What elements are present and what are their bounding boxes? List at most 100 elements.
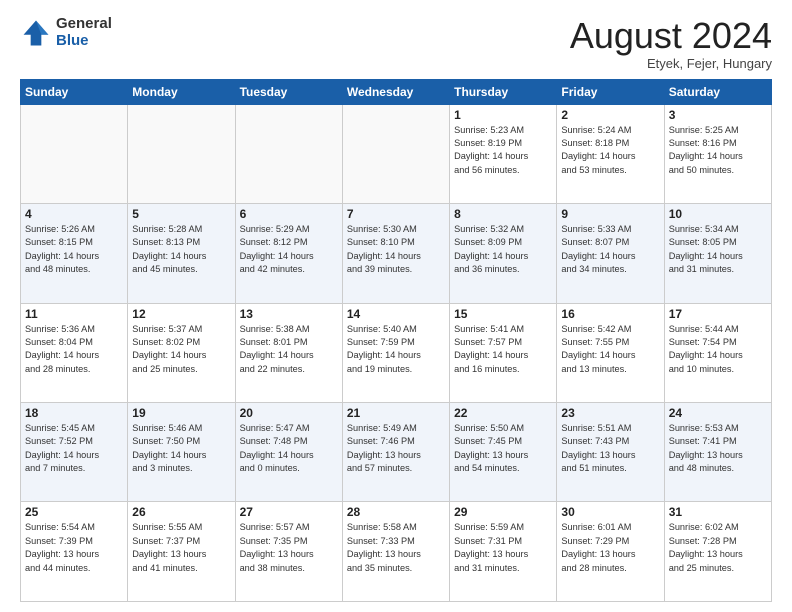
day-number: 13 — [240, 307, 338, 321]
day-info: Sunrise: 5:34 AMSunset: 8:05 PMDaylight:… — [669, 223, 767, 276]
calendar-day-cell: 31 Sunrise: 6:02 AMSunset: 7:28 PMDayligh… — [664, 502, 771, 602]
calendar-day-cell: 15Sunrise: 5:41 AMSunset: 7:57 PMDayligh… — [450, 303, 557, 402]
day-header-friday: Friday — [557, 79, 664, 104]
day-info: Sunrise: 5:58 AMSunset: 7:33 PMDaylight:… — [347, 521, 445, 574]
day-info: Sunrise: 5:47 AMSunset: 7:48 PMDaylight:… — [240, 422, 338, 475]
calendar-day-cell — [235, 104, 342, 203]
day-info: Sunrise: 5:25 AMSunset: 8:16 PMDaylight:… — [669, 124, 767, 177]
calendar-day-cell: 13Sunrise: 5:38 AMSunset: 8:01 PMDayligh… — [235, 303, 342, 402]
day-number: 7 — [347, 207, 445, 221]
day-info: Sunrise: 5:53 AMSunset: 7:41 PMDaylight:… — [669, 422, 767, 475]
day-number: 28 — [347, 505, 445, 519]
day-info: Sunrise: 5:51 AMSunset: 7:43 PMDaylight:… — [561, 422, 659, 475]
calendar-day-cell: 2Sunrise: 5:24 AMSunset: 8:18 PMDaylight… — [557, 104, 664, 203]
calendar-week-row: 4Sunrise: 5:26 AMSunset: 8:15 PMDaylight… — [21, 204, 772, 303]
day-header-tuesday: Tuesday — [235, 79, 342, 104]
day-info: Sunrise: 5:50 AMSunset: 7:45 PMDaylight:… — [454, 422, 552, 475]
calendar-day-cell: 8 Sunrise: 5:32 AMSunset: 8:09 PMDaylight… — [450, 204, 557, 303]
month-title: August 2024 — [570, 16, 772, 56]
calendar-day-cell: 27 Sunrise: 5:57 AMSunset: 7:35 PMDayligh… — [235, 502, 342, 602]
calendar: SundayMondayTuesdayWednesdayThursdayFrid… — [20, 79, 772, 602]
day-info: Sunrise: 5:24 AMSunset: 8:18 PMDaylight:… — [561, 124, 659, 177]
day-info: Sunrise: 5:30 AMSunset: 8:10 PMDaylight:… — [347, 223, 445, 276]
day-info: Sunrise: 5:54 AMSunset: 7:39 PMDaylight:… — [25, 521, 123, 574]
location: Etyek, Fejer, Hungary — [570, 56, 772, 71]
day-info: Sunrise: 5:29 AMSunset: 8:12 PMDaylight:… — [240, 223, 338, 276]
day-header-thursday: Thursday — [450, 79, 557, 104]
day-number: 27 — [240, 505, 338, 519]
calendar-day-cell: 29Sunrise: 5:59 AMSunset: 7:31 PMDayligh… — [450, 502, 557, 602]
calendar-day-cell: 7 Sunrise: 5:30 AMSunset: 8:10 PMDaylight… — [342, 204, 449, 303]
calendar-day-cell: 26Sunrise: 5:55 AMSunset: 7:37 PMDayligh… — [128, 502, 235, 602]
day-header-wednesday: Wednesday — [342, 79, 449, 104]
calendar-week-row: 25 Sunrise: 5:54 AMSunset: 7:39 PMDayligh… — [21, 502, 772, 602]
calendar-day-cell — [21, 104, 128, 203]
day-info: Sunrise: 5:57 AMSunset: 7:35 PMDaylight:… — [240, 521, 338, 574]
day-number: 22 — [454, 406, 552, 420]
day-number: 23 — [561, 406, 659, 420]
day-number: 24 — [669, 406, 767, 420]
day-number: 30 — [561, 505, 659, 519]
day-number: 11 — [25, 307, 123, 321]
logo-icon — [20, 17, 52, 49]
calendar-day-cell: 9Sunrise: 5:33 AMSunset: 8:07 PMDaylight… — [557, 204, 664, 303]
day-info: Sunrise: 6:02 AMSunset: 7:28 PMDaylight:… — [669, 521, 767, 574]
day-number: 17 — [669, 307, 767, 321]
day-number: 8 — [454, 207, 552, 221]
calendar-day-cell: 21 Sunrise: 5:49 AMSunset: 7:46 PMDayligh… — [342, 403, 449, 502]
page: General Blue August 2024 Etyek, Fejer, H… — [0, 0, 792, 612]
header: General Blue August 2024 Etyek, Fejer, H… — [20, 16, 772, 71]
calendar-day-cell: 11 Sunrise: 5:36 AMSunset: 8:04 PMDayligh… — [21, 303, 128, 402]
day-number: 25 — [25, 505, 123, 519]
day-info: Sunrise: 5:46 AMSunset: 7:50 PMDaylight:… — [132, 422, 230, 475]
day-info: Sunrise: 5:36 AMSunset: 8:04 PMDaylight:… — [25, 323, 123, 376]
calendar-week-row: 1 Sunrise: 5:23 AMSunset: 8:19 PMDaylight… — [21, 104, 772, 203]
day-number: 14 — [347, 307, 445, 321]
day-number: 31 — [669, 505, 767, 519]
day-number: 9 — [561, 207, 659, 221]
day-info: Sunrise: 5:49 AMSunset: 7:46 PMDaylight:… — [347, 422, 445, 475]
day-number: 21 — [347, 406, 445, 420]
calendar-day-cell: 24 Sunrise: 5:53 AMSunset: 7:41 PMDayligh… — [664, 403, 771, 502]
calendar-day-cell: 10Sunrise: 5:34 AMSunset: 8:05 PMDayligh… — [664, 204, 771, 303]
logo-general-text: General — [56, 16, 112, 33]
calendar-day-cell: 17Sunrise: 5:44 AMSunset: 7:54 PMDayligh… — [664, 303, 771, 402]
day-number: 19 — [132, 406, 230, 420]
day-number: 16 — [561, 307, 659, 321]
calendar-day-cell: 6 Sunrise: 5:29 AMSunset: 8:12 PMDaylight… — [235, 204, 342, 303]
calendar-week-row: 11 Sunrise: 5:36 AMSunset: 8:04 PMDayligh… — [21, 303, 772, 402]
day-info: Sunrise: 5:42 AMSunset: 7:55 PMDaylight:… — [561, 323, 659, 376]
calendar-day-cell — [342, 104, 449, 203]
calendar-day-cell: 30 Sunrise: 6:01 AMSunset: 7:29 PMDayligh… — [557, 502, 664, 602]
day-info: Sunrise: 5:55 AMSunset: 7:37 PMDaylight:… — [132, 521, 230, 574]
calendar-day-cell: 18 Sunrise: 5:45 AMSunset: 7:52 PMDayligh… — [21, 403, 128, 502]
calendar-header-row: SundayMondayTuesdayWednesdayThursdayFrid… — [21, 79, 772, 104]
day-header-monday: Monday — [128, 79, 235, 104]
day-info: Sunrise: 5:23 AMSunset: 8:19 PMDaylight:… — [454, 124, 552, 177]
day-number: 6 — [240, 207, 338, 221]
calendar-day-cell: 3 Sunrise: 5:25 AMSunset: 8:16 PMDaylight… — [664, 104, 771, 203]
day-number: 18 — [25, 406, 123, 420]
calendar-day-cell: 1 Sunrise: 5:23 AMSunset: 8:19 PMDaylight… — [450, 104, 557, 203]
day-number: 5 — [132, 207, 230, 221]
logo: General Blue — [20, 16, 112, 49]
logo-text: General Blue — [56, 16, 112, 49]
day-number: 20 — [240, 406, 338, 420]
day-info: Sunrise: 5:28 AMSunset: 8:13 PMDaylight:… — [132, 223, 230, 276]
day-info: Sunrise: 5:32 AMSunset: 8:09 PMDaylight:… — [454, 223, 552, 276]
day-number: 4 — [25, 207, 123, 221]
day-info: Sunrise: 5:45 AMSunset: 7:52 PMDaylight:… — [25, 422, 123, 475]
title-block: August 2024 Etyek, Fejer, Hungary — [570, 16, 772, 71]
day-info: Sunrise: 6:01 AMSunset: 7:29 PMDaylight:… — [561, 521, 659, 574]
day-number: 29 — [454, 505, 552, 519]
day-number: 15 — [454, 307, 552, 321]
day-info: Sunrise: 5:37 AMSunset: 8:02 PMDaylight:… — [132, 323, 230, 376]
logo-blue-text: Blue — [56, 33, 112, 50]
calendar-day-cell: 19 Sunrise: 5:46 AMSunset: 7:50 PMDayligh… — [128, 403, 235, 502]
day-number: 1 — [454, 108, 552, 122]
day-header-sunday: Sunday — [21, 79, 128, 104]
day-number: 3 — [669, 108, 767, 122]
calendar-day-cell: 20 Sunrise: 5:47 AMSunset: 7:48 PMDayligh… — [235, 403, 342, 502]
calendar-day-cell: 14Sunrise: 5:40 AMSunset: 7:59 PMDayligh… — [342, 303, 449, 402]
day-number: 12 — [132, 307, 230, 321]
